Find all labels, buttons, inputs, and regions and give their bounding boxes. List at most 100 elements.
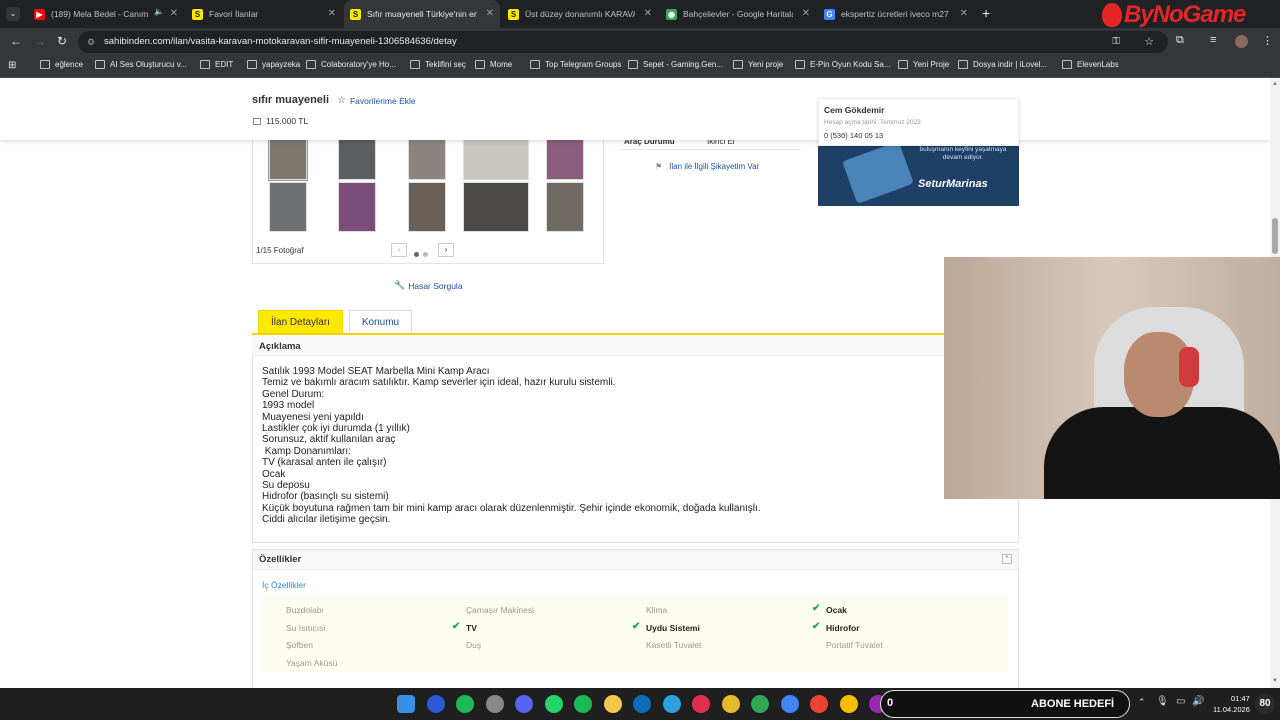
bookmark-item[interactable]: Yeni Proje	[898, 60, 949, 69]
reload-icon[interactable]: ↻	[57, 34, 67, 48]
tab-search-icon[interactable]: ⌄	[6, 7, 20, 21]
close-tab-icon[interactable]: ✕	[644, 8, 652, 19]
browser-tab[interactable]: ▶ (189) Mela Bedel - Canım ✕ 🔈	[28, 0, 184, 28]
bookmark-item[interactable]: Sepet - Gaming.Gen...	[628, 60, 723, 69]
next-photo-button[interactable]: ›	[438, 243, 454, 257]
seller-phone[interactable]: 0 (530) 140 05 13	[824, 131, 883, 140]
bitdefender-icon[interactable]	[426, 695, 445, 713]
ad-banner[interactable]: buluşmanın keyfini yaşatmaya devam ediyo…	[818, 144, 1019, 206]
close-tab-icon[interactable]: ✕	[328, 8, 336, 19]
description-heading: Açıklama	[259, 341, 301, 352]
photo-thumbnail[interactable]	[338, 138, 376, 180]
webcam-headphones	[1179, 347, 1199, 387]
bookmark-item[interactable]: Dosya indir | iLovel...	[958, 60, 1047, 69]
scroll-down-icon[interactable]: ▼	[1272, 678, 1278, 684]
browser-tab[interactable]: S Sıfır muayeneli Türkiye'nin en b ✕	[344, 0, 500, 28]
close-tab-icon[interactable]: ✕	[170, 8, 178, 19]
bookmark-star-icon[interactable]: ☆	[1144, 31, 1154, 53]
bookmark-item[interactable]: Mome	[475, 60, 512, 69]
tab-title: Favori İlanlar	[209, 9, 259, 19]
volume-icon[interactable]: 🔊	[1192, 696, 1204, 707]
photo-thumbnail[interactable]	[546, 182, 584, 232]
bookmark-item[interactable]: ElevenLabs	[1062, 60, 1119, 69]
bookmark-item[interactable]: Teklifini seç	[410, 60, 466, 69]
chrome-icon[interactable]	[721, 695, 740, 713]
tab-ilan-detaylari[interactable]: İlan Detayları	[258, 310, 343, 334]
apps-icon[interactable]: ⊞	[8, 60, 16, 71]
github-icon[interactable]	[485, 695, 504, 713]
clock-date[interactable]: 11.04.2026	[1213, 705, 1250, 714]
bookmark-item[interactable]: E-Pin Oyun Kodu Sa...	[795, 60, 891, 69]
opera-icon[interactable]	[692, 695, 710, 713]
feature-item: Kasetli Tuvalet	[646, 640, 702, 650]
mute-tab-icon[interactable]: 🔈	[154, 7, 164, 16]
bookmark-item[interactable]: Yeni proje	[733, 60, 783, 69]
outlook-icon[interactable]	[633, 695, 651, 713]
photo-thumbnail[interactable]	[546, 138, 584, 180]
bookmark-label: Colaboratory'ye Ho...	[321, 60, 396, 69]
feature-item: TV	[466, 623, 477, 633]
spotify-icon[interactable]	[574, 695, 592, 713]
url-field[interactable]: ⚙ sahibinden.com/ilan/vasita-karavan-mot…	[78, 31, 1168, 53]
browser-tab[interactable]: S Üst düzey donanımlı KARAVAN ✕	[502, 0, 658, 28]
whatsapp-icon[interactable]	[544, 695, 563, 713]
profile-avatar[interactable]	[1235, 35, 1248, 48]
bookmark-label: yapayzeka	[262, 60, 301, 69]
password-icon[interactable]: ⚿	[1112, 31, 1120, 53]
back-icon[interactable]: ←	[10, 34, 22, 48]
bookmark-item[interactable]: yapayzeka	[247, 60, 300, 69]
chrome-icon[interactable]	[810, 695, 828, 713]
menu-icon[interactable]: ⋮	[1262, 34, 1273, 47]
photo-thumbnail[interactable]	[269, 182, 307, 232]
bookmark-icon	[410, 60, 420, 69]
chrome-icon[interactable]	[780, 695, 799, 713]
close-tab-icon[interactable]: ✕	[486, 8, 494, 19]
bookmark-icon	[247, 60, 257, 69]
collapse-icon[interactable]: ⌃	[1002, 554, 1012, 564]
goal-counter: 0	[887, 697, 894, 709]
browser-tab[interactable]: Gekspertiz ücretleri iveco m27 - G ✕	[818, 0, 974, 28]
photo-thumbnail[interactable]	[463, 182, 529, 232]
damage-query-link[interactable]: 🔧 Hasar Sorgula	[394, 280, 463, 291]
extensions-icon[interactable]: ⧉	[1176, 34, 1184, 47]
browser-tab[interactable]: S Favori İlanlar ✕	[186, 0, 342, 28]
photo-pager-dots	[412, 244, 430, 262]
photo-counter: 1/15 Fotoğraf	[256, 246, 304, 255]
browser-tab[interactable]: ◉ Bahçelievler - Google Haritalar ✕	[660, 0, 816, 28]
tray-chevron-icon[interactable]: ⌃	[1138, 697, 1146, 708]
description-line: Genel Durum:	[262, 388, 325, 400]
chrome-icon[interactable]	[839, 695, 858, 713]
notification-badge[interactable]: 80	[1255, 694, 1275, 714]
new-tab-button[interactable]: +	[982, 5, 990, 21]
reading-list-icon[interactable]: ≡	[1210, 34, 1216, 46]
chrome-icon[interactable]	[751, 695, 769, 713]
file-explorer-icon[interactable]	[603, 695, 622, 713]
clock-time[interactable]: 01:47	[1231, 694, 1250, 703]
telegram-icon[interactable]	[662, 695, 681, 713]
forward-icon[interactable]: →	[34, 34, 46, 48]
bookmark-item[interactable]: EDIT	[200, 60, 233, 69]
windows-start-icon[interactable]	[397, 695, 415, 713]
photo-thumbnail[interactable]	[268, 137, 308, 181]
bookmark-item[interactable]: eğlence	[40, 60, 83, 69]
close-tab-icon[interactable]: ✕	[802, 8, 810, 19]
bookmark-item[interactable]: Colaboratory'ye Ho...	[306, 60, 396, 69]
complaint-link[interactable]: ⚑ İlan ile İlgili Şikayetim Var	[655, 162, 759, 171]
bookmark-item[interactable]: Top Telegram Groups	[530, 60, 621, 69]
photo-thumbnail[interactable]	[408, 138, 446, 180]
photo-thumbnail[interactable]	[463, 138, 529, 180]
network-icon[interactable]: ▭	[1176, 696, 1185, 707]
app-icon[interactable]	[456, 695, 474, 713]
photo-thumbnail[interactable]	[338, 182, 376, 232]
scroll-thumb[interactable]	[1272, 218, 1278, 254]
scroll-up-icon[interactable]: ▲	[1272, 81, 1278, 87]
bookmark-item[interactable]: AI Ses Oluşturucu v...	[95, 60, 187, 69]
add-favorite-button[interactable]: ☆ Favorilerime Ekle	[337, 95, 416, 106]
discord-icon[interactable]	[515, 695, 533, 713]
photo-thumbnail[interactable]	[408, 182, 446, 232]
close-tab-icon[interactable]: ✕	[960, 8, 968, 19]
mic-icon[interactable]: 🎙	[1156, 696, 1169, 707]
prev-photo-button[interactable]: ‹	[391, 243, 407, 257]
tab-konumu[interactable]: Konumu	[349, 310, 412, 334]
site-info-icon[interactable]: ⚙	[87, 31, 95, 53]
